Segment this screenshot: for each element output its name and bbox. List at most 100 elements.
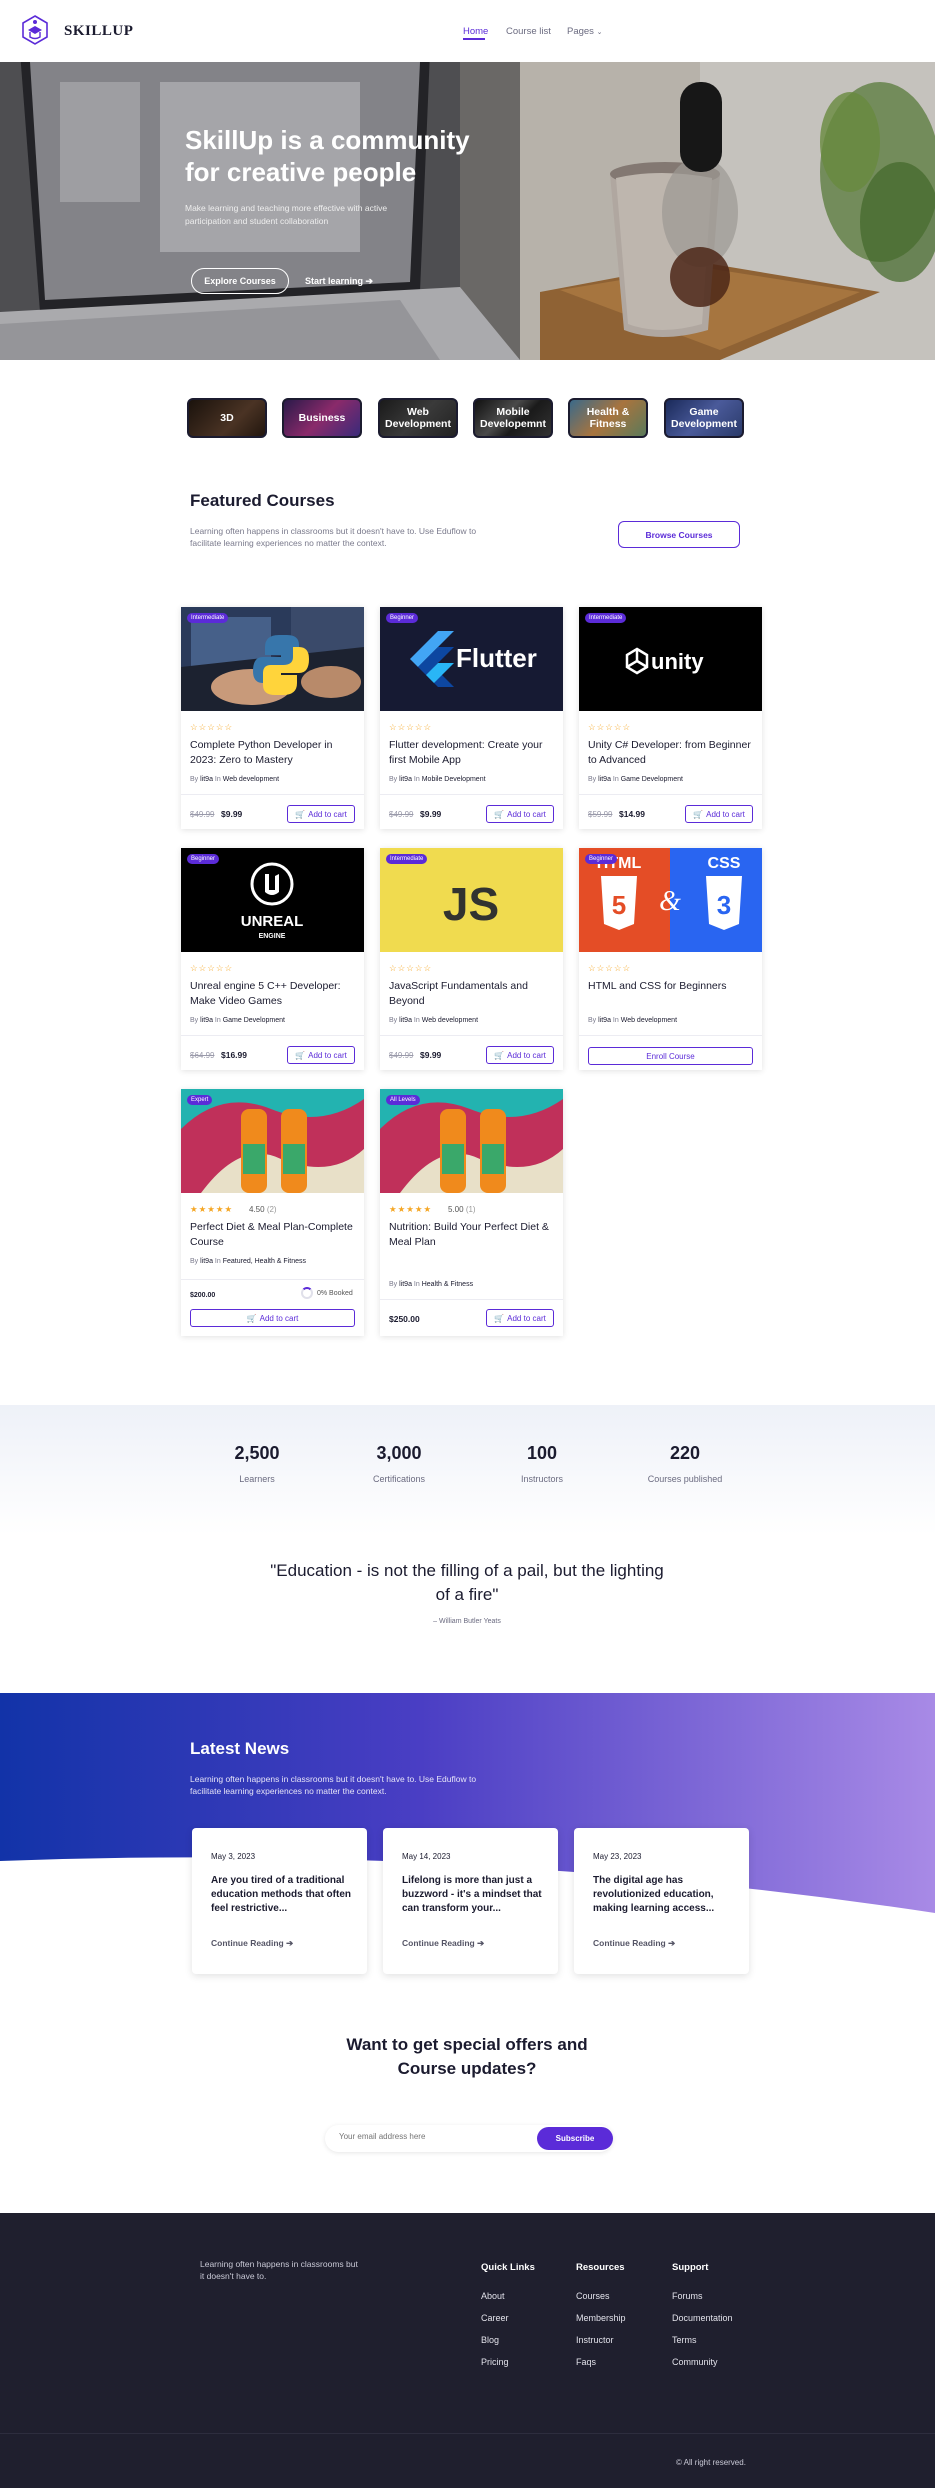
news-card[interactable]: May 3, 2023 Are you tired of a tradition… xyxy=(192,1828,367,1974)
add-to-cart-button[interactable]: 🛒 Add to cart xyxy=(486,1046,554,1064)
in-label: In xyxy=(214,1258,221,1265)
course-title[interactable]: Flutter development: Create your first M… xyxy=(389,738,557,768)
course-author[interactable]: lit9a xyxy=(399,776,412,783)
course-category[interactable]: Web development xyxy=(621,1017,677,1024)
category-3d[interactable]: 3D xyxy=(187,398,267,438)
add-to-cart-button[interactable]: 🛒 Add to cart xyxy=(287,1046,355,1064)
footer-heading-quick-links: Quick Links xyxy=(481,2262,535,2273)
start-learning-link[interactable]: Start learning ➔ xyxy=(305,276,373,287)
continue-reading-link[interactable]: Continue Reading ➔ xyxy=(211,1938,293,1949)
add-to-cart-button[interactable]: 🛒 Add to cart xyxy=(685,805,753,823)
course-card[interactable]: JS Intermediate ☆☆☆☆☆ JavaScript Fundame… xyxy=(380,848,563,1070)
footer-link-documentation[interactable]: Documentation xyxy=(672,2313,733,2323)
rating-value: 5.00 (1) xyxy=(448,1205,476,1214)
footer-link-forums[interactable]: Forums xyxy=(672,2291,703,2301)
nav-pages[interactable]: Pages ⌄ xyxy=(567,26,602,37)
add-to-cart-button[interactable]: 🛒 Add to cart xyxy=(190,1309,355,1327)
course-category[interactable]: Featured, Health & Fitness xyxy=(223,1258,306,1265)
footer-link-pricing[interactable]: Pricing xyxy=(481,2357,509,2367)
footer-link-membership[interactable]: Membership xyxy=(576,2313,626,2323)
category-health-fitness[interactable]: Health & Fitness xyxy=(568,398,648,438)
course-meta: By lit9a In Mobile Development xyxy=(389,776,486,783)
continue-reading-link[interactable]: Continue Reading ➔ xyxy=(593,1938,675,1949)
stat-instructors-value: 100 xyxy=(526,1443,558,1463)
course-card[interactable]: HTML 5 & CSS 3 Beginner ☆☆☆☆☆ HTML and C… xyxy=(579,848,762,1070)
course-title[interactable]: Unity C# Developer: from Beginner to Adv… xyxy=(588,738,756,768)
card-divider xyxy=(380,794,563,795)
footer-link-career[interactable]: Career xyxy=(481,2313,509,2323)
footer-link-blog[interactable]: Blog xyxy=(481,2335,499,2345)
arrow-right-icon: ➔ xyxy=(477,1938,485,1948)
course-category[interactable]: Game Development xyxy=(223,1017,285,1024)
news-card[interactable]: May 23, 2023 The digital age has revolut… xyxy=(574,1828,749,1974)
continue-reading-link[interactable]: Continue Reading ➔ xyxy=(402,1938,484,1949)
footer-link-instructor[interactable]: Instructor xyxy=(576,2335,614,2345)
price: $16.99 xyxy=(221,1050,247,1060)
course-card[interactable]: Intermediate ☆☆☆☆☆ Complete Python Devel… xyxy=(181,607,364,829)
footer-link-community[interactable]: Community xyxy=(672,2357,718,2367)
course-title[interactable]: Nutrition: Build Your Perfect Diet & Mea… xyxy=(389,1220,557,1250)
footer-link-about[interactable]: About xyxy=(481,2291,505,2301)
nav-home[interactable]: Home xyxy=(463,26,488,37)
browse-courses-button[interactable]: Browse Courses xyxy=(618,521,740,548)
card-divider xyxy=(579,1035,762,1036)
course-author[interactable]: lit9a xyxy=(399,1281,412,1288)
add-to-cart-button[interactable]: 🛒 Add to cart xyxy=(287,805,355,823)
news-card[interactable]: May 14, 2023 Lifelong is more than just … xyxy=(383,1828,558,1974)
category-mobile-development[interactable]: Mobile Developemnt xyxy=(473,398,553,438)
rating-stars-icon: ★★★★★ xyxy=(389,1204,433,1214)
explore-courses-button[interactable]: Explore Courses xyxy=(191,268,289,294)
course-card[interactable]: Expert ★★★★★ 4.50 (2) Perfect Diet & Mea… xyxy=(181,1089,364,1336)
footer-link-terms[interactable]: Terms xyxy=(672,2335,697,2345)
course-author[interactable]: lit9a xyxy=(200,776,213,783)
course-category[interactable]: Web development xyxy=(223,776,279,783)
nav-course-list[interactable]: Course list xyxy=(506,26,551,37)
course-title[interactable]: Complete Python Developer in 2023: Zero … xyxy=(190,738,358,768)
course-author[interactable]: lit9a xyxy=(399,1017,412,1024)
add-to-cart-button[interactable]: 🛒 Add to cart xyxy=(486,1309,554,1327)
footer-link-courses[interactable]: Courses xyxy=(576,2291,610,2301)
footer-link-faqs[interactable]: Faqs xyxy=(576,2357,596,2367)
course-author[interactable]: lit9a xyxy=(200,1017,213,1024)
quote-text: "Education - is not the filling of a pai… xyxy=(270,1561,664,1604)
category-business[interactable]: Business xyxy=(282,398,362,438)
price: $250.00 xyxy=(389,1314,420,1324)
category-web-development[interactable]: Web Development xyxy=(378,398,458,438)
course-title[interactable]: Perfect Diet & Meal Plan-Complete Course xyxy=(190,1220,358,1250)
course-card[interactable]: UNREAL ENGINE Beginner ☆☆☆☆☆ Unreal engi… xyxy=(181,848,364,1070)
course-title[interactable]: HTML and CSS for Beginners xyxy=(588,979,756,994)
course-card[interactable]: unity Intermediate ☆☆☆☆☆ Unity C# Develo… xyxy=(579,607,762,829)
add-to-cart-button[interactable]: 🛒 Add to cart xyxy=(486,805,554,823)
course-category[interactable]: Game Development xyxy=(621,776,683,783)
course-title[interactable]: JavaScript Fundamentals and Beyond xyxy=(389,979,557,1009)
rating-stars-icon: ☆☆☆☆☆ xyxy=(190,722,234,732)
course-card[interactable]: All Levels ★★★★★ 5.00 (1) Nutrition: Bui… xyxy=(380,1089,563,1336)
old-price: $59.99 xyxy=(588,810,613,819)
category-game-development[interactable]: Game Development xyxy=(664,398,744,438)
level-badge: Beginner xyxy=(585,854,618,864)
flutter-logo-text: Flutter xyxy=(456,643,537,673)
news-title[interactable]: The digital age has revolutionized educa… xyxy=(593,1874,738,1916)
course-author[interactable]: lit9a xyxy=(200,1258,213,1265)
news-title[interactable]: Lifelong is more than just a buzzword - … xyxy=(402,1874,547,1916)
skillup-logo-icon[interactable] xyxy=(18,13,52,47)
email-field[interactable] xyxy=(339,2132,519,2141)
price: $9.99 xyxy=(221,809,243,819)
course-title[interactable]: Unreal engine 5 C++ Developer: Make Vide… xyxy=(190,979,358,1009)
enroll-course-button[interactable]: Enroll Course xyxy=(588,1047,753,1065)
news-date: May 23, 2023 xyxy=(593,1852,642,1861)
subscribe-button[interactable]: Subscribe xyxy=(537,2127,613,2150)
brand-name[interactable]: SKILLUP xyxy=(64,23,133,40)
cart-icon: 🛒 xyxy=(494,1313,505,1323)
cart-icon: 🛒 xyxy=(494,1050,505,1060)
stats-section xyxy=(0,1405,935,1535)
stat-instructors-label: Instructors xyxy=(520,1474,563,1484)
course-category[interactable]: Mobile Development xyxy=(422,776,486,783)
course-author[interactable]: lit9a xyxy=(598,1017,611,1024)
course-card[interactable]: Flutter Beginner ☆☆☆☆☆ Flutter developme… xyxy=(380,607,563,829)
hero-title: SkillUp is a community for creative peop… xyxy=(185,124,505,188)
news-title[interactable]: Are you tired of a traditional education… xyxy=(211,1874,356,1916)
course-author[interactable]: lit9a xyxy=(598,776,611,783)
course-category[interactable]: Health & Fitness xyxy=(422,1281,473,1288)
course-category[interactable]: Web development xyxy=(422,1017,478,1024)
